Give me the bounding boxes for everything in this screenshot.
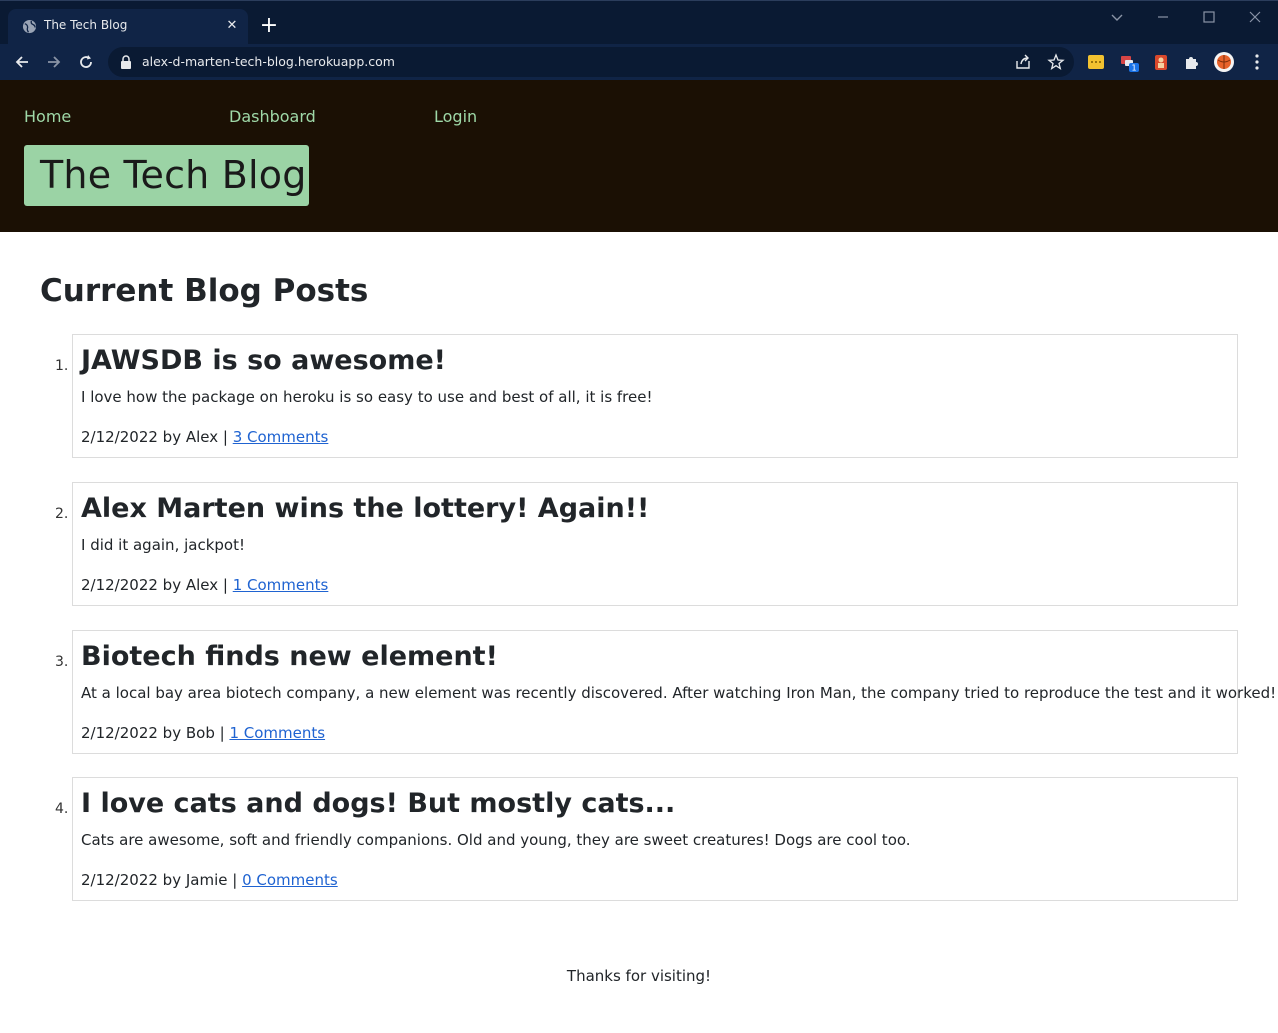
post-body: I did it again, jackpot! [81, 536, 245, 554]
comments-link[interactable]: 1 Comments [229, 724, 325, 742]
forward-arrow-icon[interactable] [44, 52, 64, 72]
browser-tab[interactable]: The Tech Blog ✕ [8, 9, 248, 45]
reload-icon[interactable] [76, 52, 96, 72]
post-meta: 2/12/2022 by Alex | 1 Comments [81, 576, 328, 594]
browser-tab-strip: The Tech Blog ✕ + [0, 0, 1278, 45]
profile-avatar-icon[interactable] [1214, 52, 1234, 72]
post-meta: 2/12/2022 by Alex | 3 Comments [81, 428, 328, 446]
site-brand: The Tech Blog [24, 145, 309, 206]
lock-icon[interactable] [120, 55, 132, 69]
post-title: JAWSDB is so awesome! [81, 345, 446, 376]
tab-close-icon[interactable]: ✕ [224, 18, 240, 34]
post-number: 3. [55, 654, 69, 670]
post-title: Biotech finds new element! [81, 641, 498, 672]
window-close-icon[interactable] [1245, 7, 1265, 27]
comments-link[interactable]: 3 Comments [233, 428, 329, 446]
bookmark-star-icon[interactable] [1047, 53, 1065, 71]
extension-person-icon[interactable] [1151, 52, 1171, 72]
nav-dashboard-link[interactable]: Dashboard [229, 107, 316, 126]
extension-badge-count: 1 [1131, 64, 1136, 73]
post-meta: 2/12/2022 by Bob | 1 Comments [81, 724, 325, 742]
post-title: Alex Marten wins the lottery! Again!! [81, 493, 650, 524]
post-card: 4. I love cats and dogs! But mostly cats… [55, 777, 1238, 901]
nav-login-link[interactable]: Login [434, 107, 477, 126]
extension-badge-icon[interactable]: 1 [1119, 52, 1139, 72]
tab-search-chevron-icon[interactable] [1107, 7, 1127, 27]
post-card: 1. JAWSDB is so awesome! I love how the … [55, 334, 1238, 458]
comments-link[interactable]: 0 Comments [242, 871, 338, 889]
post-date-author: 2/12/2022 by Alex | [81, 428, 233, 446]
nav-home-link[interactable]: Home [24, 107, 71, 126]
post-title: I love cats and dogs! But mostly cats... [81, 788, 676, 819]
address-bar[interactable]: alex-d-marten-tech-blog.herokuapp.com [108, 47, 1074, 77]
url-text[interactable]: alex-d-marten-tech-blog.herokuapp.com [142, 54, 395, 69]
site-header: Home Dashboard Login The Tech Blog [0, 80, 1278, 232]
comments-link[interactable]: 1 Comments [233, 576, 329, 594]
browser-menu-icon[interactable] [1247, 52, 1267, 72]
post-date-author: 2/12/2022 by Jamie | [81, 871, 243, 889]
browser-toolbar: alex-d-marten-tech-blog.herokuapp.com 1 [0, 44, 1278, 80]
page-footer: Thanks for visiting! [566, 967, 712, 985]
minimize-icon[interactable] [1153, 7, 1173, 27]
back-arrow-icon[interactable] [12, 52, 32, 72]
extensions-puzzle-icon[interactable] [1182, 52, 1202, 72]
page-title: Current Blog Posts [40, 273, 369, 309]
new-tab-button[interactable]: + [258, 15, 280, 37]
post-number: 4. [55, 801, 69, 817]
post-card: 3. Biotech finds new element! At a local… [55, 630, 1276, 754]
site-title: The Tech Blog [40, 153, 307, 197]
post-date-author: 2/12/2022 by Alex | [81, 576, 233, 594]
share-icon[interactable] [1014, 53, 1032, 71]
post-body: I love how the package on heroku is so e… [81, 388, 653, 406]
post-date-author: 2/12/2022 by Bob | [81, 724, 230, 742]
maximize-icon[interactable] [1199, 7, 1219, 27]
post-card: 2. Alex Marten wins the lottery! Again!!… [55, 482, 1238, 606]
post-number: 2. [55, 506, 69, 522]
post-meta: 2/12/2022 by Jamie | 0 Comments [81, 871, 338, 889]
post-body: At a local bay area biotech company, a n… [81, 684, 1277, 702]
extension-notes-icon[interactable] [1086, 52, 1106, 72]
post-number: 1. [55, 358, 69, 374]
globe-icon [22, 19, 37, 34]
post-body: Cats are awesome, soft and friendly comp… [81, 831, 911, 849]
tab-title: The Tech Blog [44, 18, 128, 32]
